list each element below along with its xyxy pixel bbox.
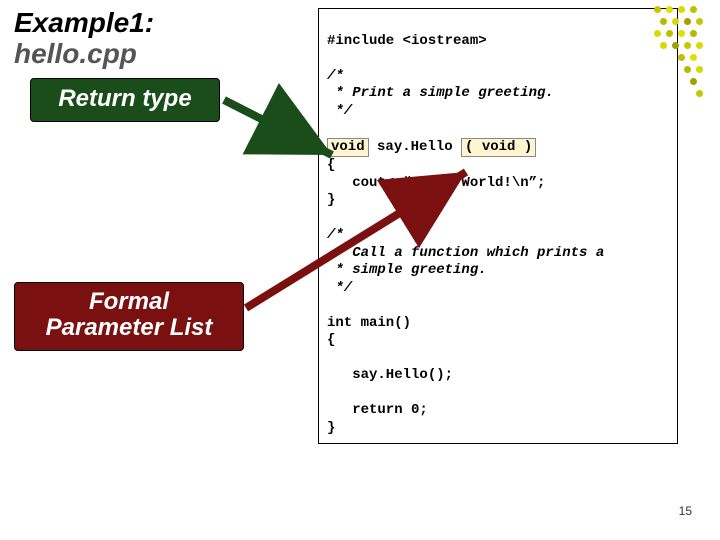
dot-icon — [672, 18, 679, 25]
code-include: #include <iostream> — [327, 33, 487, 49]
title-line2: hello.cpp — [14, 39, 154, 70]
dot-icon — [660, 18, 667, 25]
dot-icon — [654, 30, 661, 37]
dot-icon — [666, 30, 673, 37]
decor-dots — [654, 6, 708, 106]
comment1-l3: */ — [327, 103, 352, 119]
dot-icon — [696, 90, 703, 97]
label-return-text: Return type — [58, 85, 191, 112]
dot-icon — [672, 42, 679, 49]
dot-icon — [684, 18, 691, 25]
dot-icon — [678, 30, 685, 37]
arrow-return-type — [224, 100, 332, 155]
main-sig: int main() — [327, 315, 411, 331]
fn-open: { — [327, 157, 335, 173]
fn-name: say.Hello — [369, 139, 461, 155]
dot-icon — [654, 6, 661, 13]
dot-icon — [684, 66, 691, 73]
code-block: #include <iostream> /* * Print a simple … — [318, 8, 678, 444]
main-call: say.Hello(); — [327, 367, 453, 383]
dot-icon — [678, 6, 685, 13]
page-number: 15 — [679, 504, 692, 518]
fn-close: } — [327, 192, 335, 208]
dot-icon — [696, 42, 703, 49]
highlight-param-void: ( void ) — [461, 138, 536, 158]
title-line1: Example1: — [14, 8, 154, 39]
main-close: } — [327, 420, 335, 436]
dot-icon — [690, 6, 697, 13]
dot-icon — [696, 18, 703, 25]
dot-icon — [690, 54, 697, 61]
slide-title: Example1: hello.cpp — [14, 8, 154, 70]
label-formal-text: Formal Parameter List — [29, 289, 229, 342]
comment2-l2: * Call a function which prints a — [327, 245, 604, 261]
label-formal-parameter: Formal Parameter List — [14, 282, 244, 351]
dot-icon — [666, 6, 673, 13]
comment1-l1: /* — [327, 68, 344, 84]
dot-icon — [696, 66, 703, 73]
fn-body: cout<<“Hello World!\n”; — [327, 175, 545, 191]
dot-icon — [690, 78, 697, 85]
dot-icon — [678, 54, 685, 61]
comment2-l3: * simple greeting. — [327, 262, 487, 278]
dot-icon — [690, 30, 697, 37]
dot-icon — [684, 42, 691, 49]
main-ret: return 0; — [327, 402, 428, 418]
comment2-l1: /* — [327, 227, 344, 243]
dot-icon — [660, 42, 667, 49]
comment1-l2: * Print a simple greeting. — [327, 85, 554, 101]
label-return-type: Return type — [30, 78, 220, 122]
highlight-return-void: void — [327, 138, 369, 158]
main-open: { — [327, 332, 335, 348]
comment2-l4: */ — [327, 280, 352, 296]
